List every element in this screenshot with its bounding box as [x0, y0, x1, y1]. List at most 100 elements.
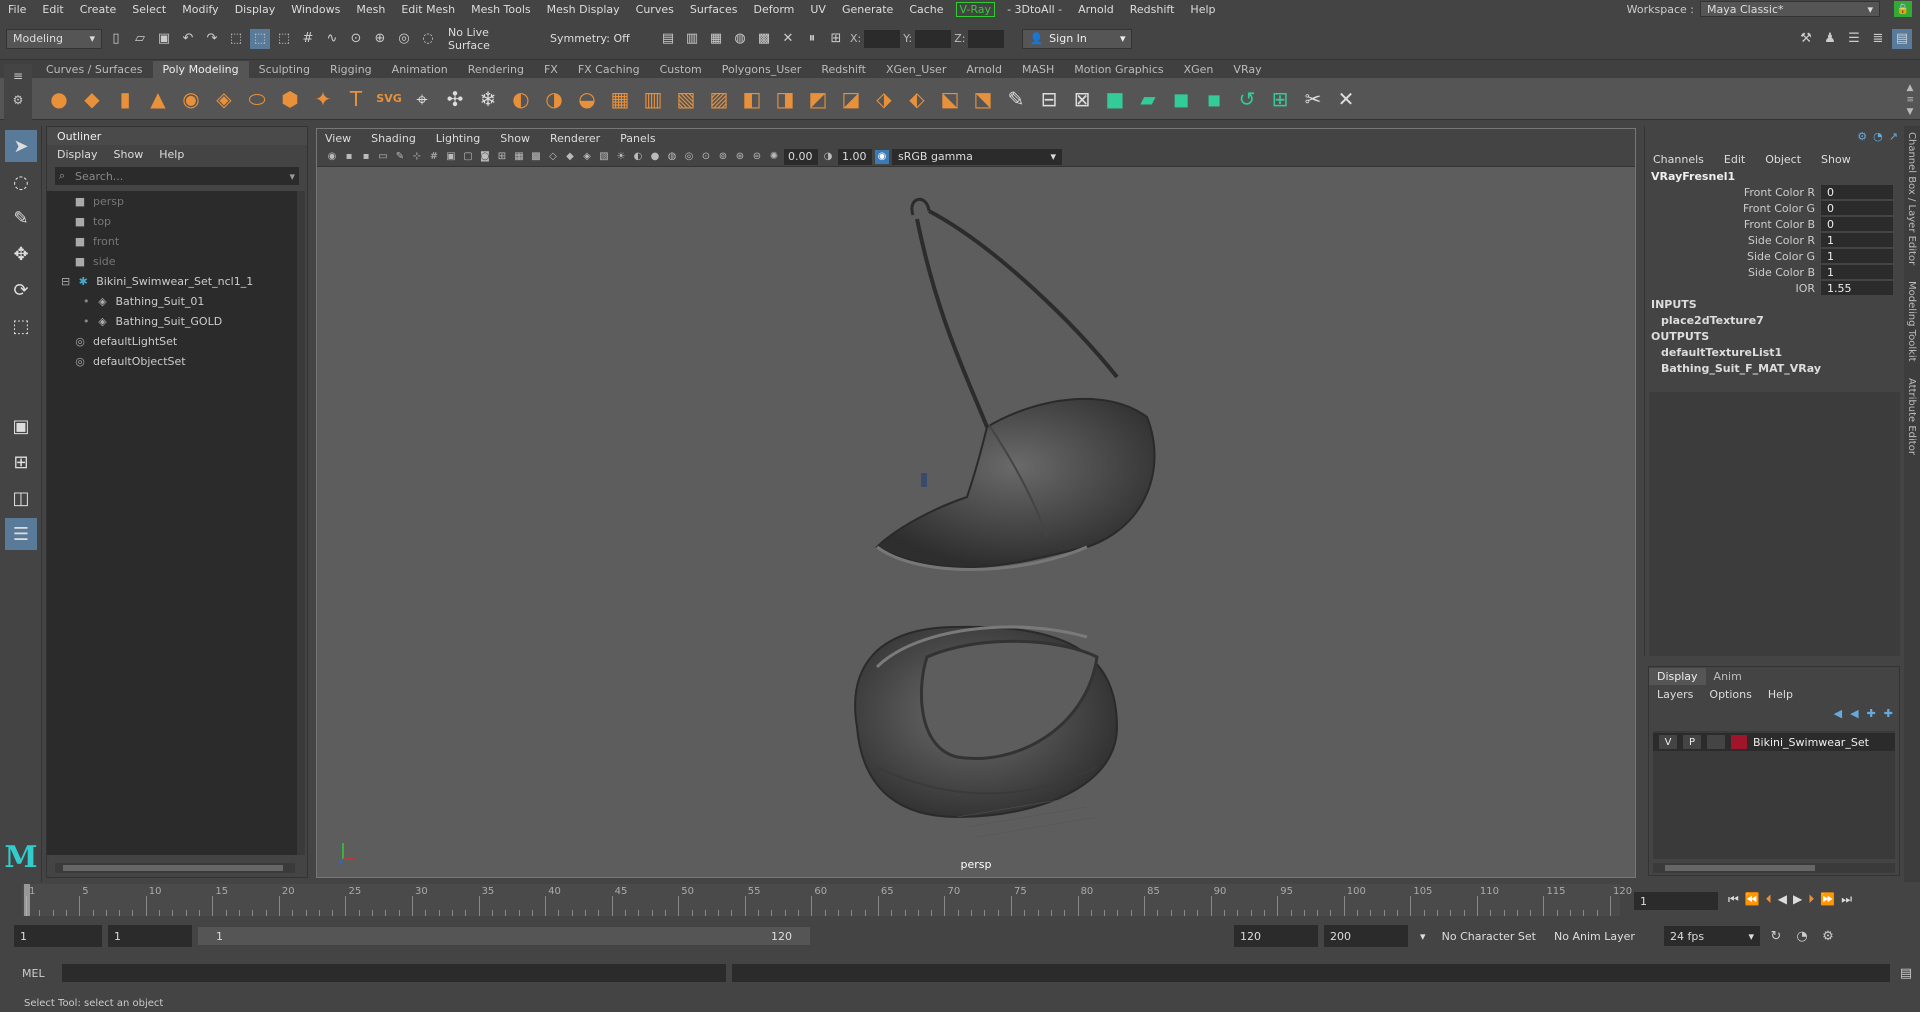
- attribute-editor-icon[interactable]: ☰: [1844, 29, 1864, 49]
- type-tool-icon[interactable]: T: [341, 84, 371, 114]
- menu-generate[interactable]: Generate: [834, 3, 901, 16]
- hypershade-icon[interactable]: ◍: [730, 29, 750, 49]
- single-perspective-icon[interactable]: ▣: [5, 410, 37, 442]
- shelf-tab-animation[interactable]: Animation: [382, 61, 458, 78]
- combine-icon[interactable]: ◐: [506, 84, 536, 114]
- ipr-render-icon[interactable]: ▥: [682, 29, 702, 49]
- outliner-layout-icon[interactable]: ☰: [5, 518, 37, 550]
- channel-attribute-row[interactable]: Front Color G 0: [1645, 200, 1904, 216]
- layer-display-type[interactable]: [1707, 735, 1725, 749]
- menu-redshift[interactable]: Redshift: [1122, 3, 1183, 16]
- menu-file[interactable]: File: [0, 3, 34, 16]
- attribute-value-field[interactable]: 0: [1821, 185, 1893, 199]
- gate-mask-icon[interactable]: ◙: [478, 150, 492, 164]
- channel-menu-edit[interactable]: Edit: [1724, 153, 1745, 166]
- gamma-field[interactable]: 1.00: [838, 148, 872, 165]
- shelf-tab-xgen[interactable]: XGen: [1174, 61, 1224, 78]
- outliner-item[interactable]: ⊟ ✱ Bikini_Swimwear_Set_ncl1_1: [47, 271, 297, 291]
- image-plane-icon[interactable]: ▭: [376, 150, 390, 164]
- select-component-icon[interactable]: ⬚: [274, 29, 294, 49]
- layer-playback-toggle[interactable]: P: [1683, 735, 1701, 749]
- poly-cylinder-icon[interactable]: ▮: [110, 84, 140, 114]
- extrude-icon[interactable]: ▧: [671, 84, 701, 114]
- modeling-toolkit-icon[interactable]: ⚒: [1796, 29, 1816, 49]
- transform-space-icon[interactable]: ⊞: [826, 29, 846, 49]
- channel-box-settings-icon[interactable]: ⚙: [1857, 130, 1867, 143]
- new-layer-icon[interactable]: ✚: [1867, 707, 1876, 720]
- menu-edit[interactable]: Edit: [34, 3, 71, 16]
- isolate-select-icon[interactable]: ⊙: [699, 150, 713, 164]
- shelf-tab-vray[interactable]: VRay: [1223, 61, 1271, 78]
- smooth-shade-icon[interactable]: ◆: [563, 150, 577, 164]
- channel-box-refresh-icon[interactable]: ◔: [1873, 130, 1883, 143]
- uv-spherical-icon[interactable]: ◼: [1166, 84, 1196, 114]
- menu-3dtoall[interactable]: - 3DtoAll -: [999, 3, 1070, 16]
- current-frame-field[interactable]: 1: [1634, 892, 1718, 910]
- shelf-tab-sculpting[interactable]: Sculpting: [249, 61, 320, 78]
- exposure-field[interactable]: 0.00: [784, 148, 818, 165]
- menu-windows[interactable]: Windows: [283, 3, 348, 16]
- viewport-menu-shading[interactable]: Shading: [371, 132, 416, 145]
- shelf-tab-rendering[interactable]: Rendering: [458, 61, 534, 78]
- character-controls-icon[interactable]: ♟: [1820, 29, 1840, 49]
- output-node[interactable]: Bathing_Suit_F_MAT_VRay: [1645, 360, 1904, 376]
- current-frame-marker[interactable]: [24, 884, 30, 916]
- expand-toggle-icon[interactable]: ⊟: [61, 275, 70, 288]
- shelf-tab-polygons-user[interactable]: Polygons_User: [712, 61, 812, 78]
- select-object-icon[interactable]: ⬚: [250, 28, 270, 49]
- 2d-pan-zoom-icon[interactable]: ⊹: [410, 150, 424, 164]
- menu-arnold[interactable]: Arnold: [1070, 3, 1122, 16]
- x-field[interactable]: [864, 29, 901, 48]
- outliner-vertical-scrollbar[interactable]: [297, 191, 305, 855]
- pause-icon[interactable]: ⏸: [802, 29, 822, 49]
- xray-joints-icon[interactable]: ⊛: [733, 150, 747, 164]
- z-field[interactable]: [968, 29, 1005, 48]
- grease-pencil-icon[interactable]: ✎: [393, 150, 407, 164]
- vray-ipr-icon[interactable]: ✕: [778, 29, 798, 49]
- menu-uv[interactable]: UV: [802, 3, 834, 16]
- layer-row[interactable]: V P Bikini_Swimwear_Set: [1653, 733, 1895, 751]
- viewport-menu-renderer[interactable]: Renderer: [550, 132, 600, 145]
- make-live-icon[interactable]: ◌: [418, 29, 438, 49]
- outliner-item[interactable]: ◎ defaultObjectSet: [47, 351, 297, 371]
- loop-icon[interactable]: ↻: [1766, 926, 1786, 946]
- y-field[interactable]: [915, 29, 952, 48]
- channel-attribute-row[interactable]: Side Color R 1: [1645, 232, 1904, 248]
- center-pivot-icon[interactable]: ✣: [440, 84, 470, 114]
- sign-in-button[interactable]: 👤 Sign In ▾: [1022, 28, 1133, 49]
- open-scene-icon[interactable]: ▱: [130, 29, 150, 49]
- attribute-value-field[interactable]: 1: [1821, 233, 1893, 247]
- vray-render-icon[interactable]: ▩: [754, 29, 774, 49]
- layer-menu-layers[interactable]: Layers: [1657, 688, 1693, 701]
- lights-icon[interactable]: ☀: [614, 150, 628, 164]
- textured-icon[interactable]: ▧: [597, 150, 611, 164]
- symmetry-dropdown[interactable]: Symmetry: Off: [544, 28, 654, 49]
- reduce-icon[interactable]: ⬕: [935, 84, 965, 114]
- new-layer-selected-icon[interactable]: ✚: [1884, 707, 1893, 720]
- redo-icon[interactable]: ↷: [202, 29, 222, 49]
- shelf-tab-fx-caching[interactable]: FX Caching: [568, 61, 650, 78]
- merge-icon[interactable]: ◪: [836, 84, 866, 114]
- attribute-value-field[interactable]: 0: [1821, 201, 1893, 215]
- layer-color-swatch[interactable]: [1731, 735, 1747, 749]
- viewport-menu-show[interactable]: Show: [500, 132, 530, 145]
- snap-point-icon[interactable]: ⊙: [346, 29, 366, 49]
- select-hierarchy-icon[interactable]: ⬚: [226, 29, 246, 49]
- shelf-tab-rigging[interactable]: Rigging: [320, 61, 382, 78]
- go-to-start-icon[interactable]: ⏮: [1728, 892, 1739, 907]
- channel-attribute-row[interactable]: Front Color B 0: [1645, 216, 1904, 232]
- output-node[interactable]: defaultTextureList1: [1645, 344, 1904, 360]
- move-layer-up-icon[interactable]: ◀: [1834, 707, 1842, 720]
- attribute-value-field[interactable]: 1: [1821, 265, 1893, 279]
- menu-modify[interactable]: Modify: [174, 3, 226, 16]
- mirror-icon[interactable]: ▥: [638, 84, 668, 114]
- shelf-tab-mash[interactable]: MASH: [1012, 61, 1064, 78]
- outliner-search[interactable]: ⌕ Search... ▾: [55, 167, 299, 185]
- uv-cut-icon[interactable]: ✂: [1298, 84, 1328, 114]
- outliner-menu-show[interactable]: Show: [114, 148, 144, 161]
- snap-curve-icon[interactable]: ∿: [322, 29, 342, 49]
- multi-cut-icon[interactable]: ✎: [1001, 84, 1031, 114]
- outliner-item[interactable]: ◎ defaultLightSet: [47, 331, 297, 351]
- viewport-menu-view[interactable]: View: [325, 132, 351, 145]
- snap-surface-icon[interactable]: ◎: [394, 29, 414, 49]
